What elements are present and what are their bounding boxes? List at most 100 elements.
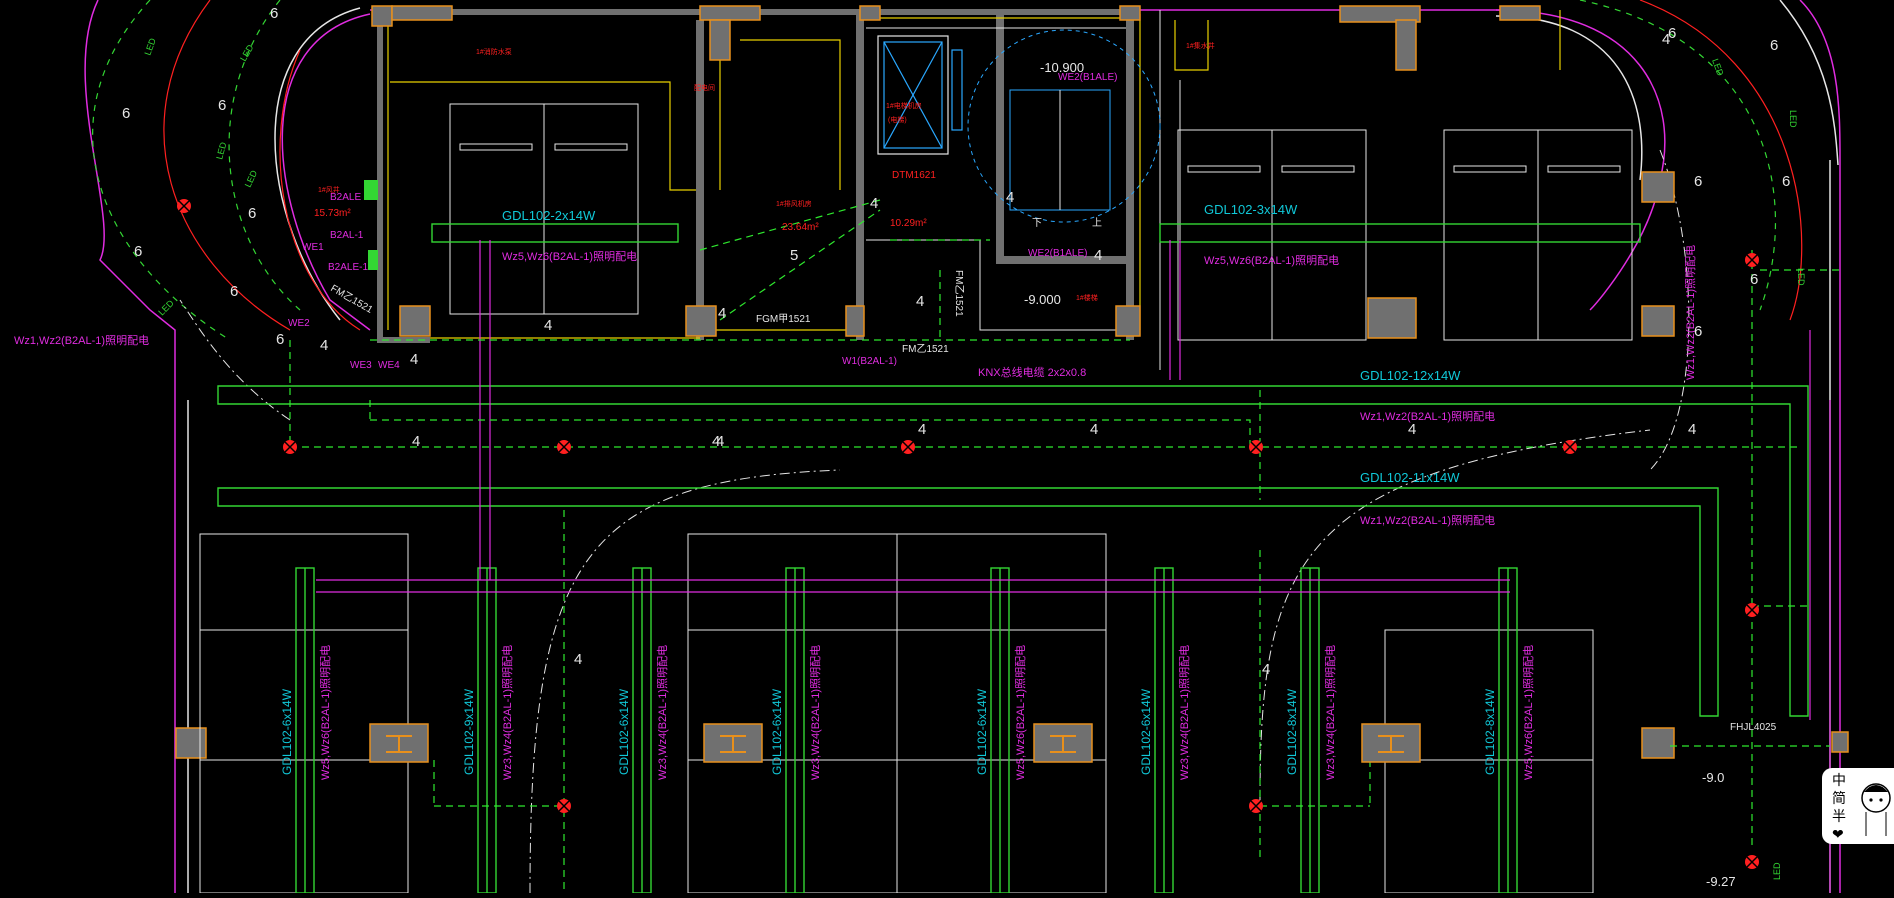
tray-label-4-gdl: GDL102-11x14W: [1360, 470, 1460, 485]
ime-heart-icon[interactable]: ❤: [1832, 826, 1852, 844]
door-label-dt: DTM1621: [892, 170, 936, 181]
vertical-run-wz-5: Wz5,Wz6(B2AL-1)照明配电: [1014, 645, 1027, 780]
door-label-fm1: FM乙1521: [902, 343, 949, 355]
vertical-run-gdl-2: GDL102-9x14W: [462, 688, 476, 775]
led-label-2: LED: [238, 42, 256, 63]
ime-mode-simplified[interactable]: 简: [1832, 790, 1852, 808]
circuit-number-12: 4: [718, 305, 726, 322]
circuit-number-25: 6: [1694, 173, 1702, 190]
cad-drawing-viewport[interactable]: GDL102-2x14W Wz5,Wz6(B2AL-1)照明配电 GDL102-…: [0, 0, 1894, 894]
vertical-run-gdl-1: GDL102-6x14W: [280, 688, 294, 775]
right-feeder-label: Wz1,Wz2(B2AL-1)照明配电: [1684, 245, 1697, 380]
vertical-run-gdl-8: GDL102-8x14W: [1483, 688, 1497, 775]
vertical-run-wz-7: Wz3,Wz4(B2AL-1)照明配电: [1324, 645, 1337, 780]
vertical-run-wz-6: Wz3,Wz4(B2AL-1)照明配电: [1178, 645, 1191, 780]
ime-toolbar[interactable]: 中 简 半 ❤: [1822, 768, 1894, 844]
circuit-number-11: 4: [320, 337, 328, 354]
room-name-f: 1#楼梯: [1076, 293, 1098, 302]
elevator-shaft: [877, 35, 963, 155]
circuit-number-18: 4: [1408, 421, 1416, 438]
led-label-5: LED: [156, 298, 176, 318]
room-name-a: 1#消防水泵: [476, 47, 512, 56]
circuit-number-27: 6: [1750, 271, 1758, 288]
panel-label-b2al1: B2AL-1: [330, 230, 364, 241]
elevation-4: -9.27: [1706, 874, 1736, 889]
circuit-number-32: 4: [712, 433, 720, 450]
elevation-2: -9.000: [1024, 292, 1061, 307]
circuit-number-22: 4: [574, 651, 582, 668]
door-label-fm3: FM乙1521: [329, 282, 376, 316]
led-label-4: LED: [243, 168, 260, 189]
parking-bottom: [199, 533, 1594, 894]
circuit-number-14: 4: [1094, 247, 1102, 264]
door-label-fhjl: FHJL4025: [1730, 722, 1777, 733]
tray-label-4-wz: Wz1,Wz2(B2AL-1)照明配电: [1360, 514, 1495, 527]
led-label-6: LED: [1788, 110, 1798, 128]
room-name-e: 1#电梯机房: [886, 101, 922, 110]
room-name-c: 配电间: [694, 83, 715, 92]
circuit-number-6: 6: [230, 283, 238, 300]
circuit-number-1: 6: [270, 5, 278, 22]
room-name-g: 1#风井: [318, 185, 340, 194]
circuit-number-5: 6: [134, 243, 142, 260]
tray-label-3-gdl: GDL102-12x14W: [1360, 368, 1461, 383]
circuit-number-17: 4: [1090, 421, 1098, 438]
vertical-run-wz-1: Wz5,Wz6(B2AL-1)照明配电: [319, 645, 332, 780]
circuit-number-3: 6: [218, 97, 226, 114]
room-name-d: 1#集水井: [1186, 41, 1215, 50]
panel-label-b2ale1: B2ALE-1: [328, 262, 368, 273]
left-feeder-label: Wz1,Wz2(B2AL-1)照明配电: [14, 334, 149, 347]
led-label-3: LED: [214, 141, 228, 161]
ime-mode-zh[interactable]: 中: [1832, 772, 1852, 790]
elevation-3: -9.0: [1702, 770, 1724, 785]
circuit-number-29: 6: [1770, 37, 1778, 54]
circuit-number-10: 4: [410, 351, 418, 368]
tray-label-1-wz: Wz5,Wz6(B2AL-1)照明配电: [502, 250, 637, 263]
vertical-run-wz-4: Wz3,Wz4(B2AL-1)照明配电: [809, 645, 822, 780]
vertical-run-gdl-3: GDL102-6x14W: [617, 688, 631, 775]
circuit-number-15: 4: [412, 433, 420, 450]
room-name-h: (电梯): [888, 115, 907, 124]
stair-down: 下: [1032, 218, 1042, 229]
panel-label-we2-a: WE2(B1ALE): [1058, 72, 1117, 83]
ime-mascot-icon: [1861, 783, 1891, 836]
area-label-1: 23.64m²: [782, 222, 819, 233]
circuit-number-24: 4: [870, 195, 878, 212]
vertical-run-gdl-5: GDL102-6x14W: [975, 688, 989, 775]
cad-floor-plan[interactable]: GDL102-2x14W Wz5,Wz6(B2AL-1)照明配电 GDL102-…: [0, 0, 1894, 894]
vertical-run-wz-3: Wz3,Wz4(B2AL-1)照明配电: [656, 645, 669, 780]
vertical-run-gdl-4: GDL102-6x14W: [770, 688, 784, 775]
led-label-1: LED: [142, 36, 158, 56]
circuit-number-9: 4: [544, 317, 552, 334]
circuit-number-20: 4: [918, 421, 926, 438]
equipment-blocks: [369, 723, 1421, 763]
led-label-9: LED: [1772, 862, 1782, 880]
circuit-w1: W1(B2AL-1): [842, 356, 897, 367]
door-label-fgm: FGM甲1521: [756, 314, 811, 325]
ime-labels[interactable]: 中 简 半 ❤: [1832, 772, 1852, 844]
tray-label-1-gdl: GDL102-2x14W: [502, 208, 596, 223]
circuit-number-31: 4: [1006, 189, 1014, 206]
panel-label-we2-b: WE2(B1ALE): [1028, 248, 1087, 259]
circuit-number-13: 4: [916, 293, 924, 310]
circuit-number-26: 6: [1782, 173, 1790, 190]
area-label-2: 10.29m²: [890, 218, 927, 229]
vertical-run-wz-8: Wz5,Wz6(B2AL-1)照明配电: [1522, 645, 1535, 780]
ime-mode-halfwidth[interactable]: 半: [1832, 808, 1852, 826]
led-label-8: LED: [1710, 57, 1726, 77]
circuit-we2: WE2: [288, 318, 310, 329]
panel-markers: [364, 180, 378, 270]
tray-label-2-wz: Wz5,Wz6(B2AL-1)照明配电: [1204, 254, 1339, 267]
tray-label-2-gdl: GDL102-3x14W: [1204, 202, 1298, 217]
room-name-b: 1#排风机房: [776, 199, 812, 208]
circuit-number-7: 6: [276, 331, 284, 348]
structural-columns: [175, 5, 1849, 759]
circuit-numbers: 66 6666664444444 44 4 4454446 6666444: [122, 5, 1790, 678]
circuit-number-2: 6: [122, 105, 130, 122]
stair-up: 上: [1092, 217, 1102, 229]
knx-bus-label: KNX总线电缆 2x2x0.8: [978, 365, 1086, 379]
vertical-run-gdl-7: GDL102-8x14W: [1285, 688, 1299, 775]
circuit-we1: WE1: [302, 242, 324, 253]
circuit-number-30: 4: [1662, 31, 1670, 48]
cable-trays: [217, 223, 1809, 717]
